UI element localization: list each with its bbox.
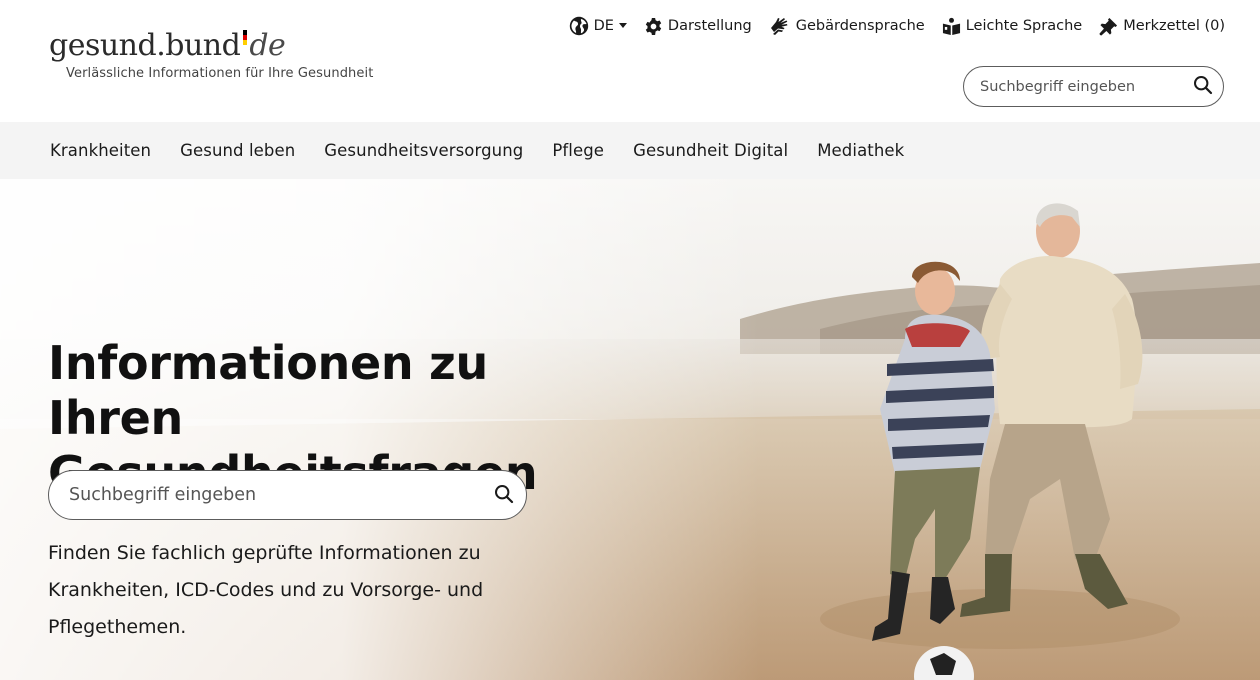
nav-item-gesund-leben[interactable]: Gesund leben <box>180 141 295 160</box>
hero-search-input[interactable] <box>69 485 494 505</box>
main-navigation: Krankheiten Gesund leben Gesundheitsvers… <box>0 122 1260 179</box>
easy-language-label: Leichte Sprache <box>965 18 1083 34</box>
bookmarks-link[interactable]: Merkzettel (0) <box>1099 17 1225 36</box>
header-search-button[interactable] <box>1193 75 1213 98</box>
bookmarks-label: Merkzettel (0) <box>1123 18 1225 34</box>
caret-down-icon <box>618 23 627 29</box>
sign-language-hands-icon <box>769 16 791 36</box>
hero-search-form <box>48 470 527 520</box>
logo-de-text: de <box>249 28 286 63</box>
display-settings-label: Darstellung <box>667 18 752 34</box>
easy-language-book-icon <box>942 17 961 36</box>
language-label: DE <box>593 18 614 34</box>
search-icon <box>1193 75 1213 98</box>
header-search-form <box>963 66 1224 107</box>
search-icon <box>494 484 514 507</box>
easy-language-link[interactable]: Leichte Sprache <box>942 17 1083 36</box>
sign-language-label: Gebärdensprache <box>795 18 925 34</box>
utility-nav: DE Darstellung Gebärdensprache Leichte S… <box>569 16 1225 36</box>
site-header: gesund.bund de Verlässliche Informatione… <box>0 0 1260 122</box>
pin-icon <box>1099 17 1118 36</box>
language-switcher[interactable]: DE <box>569 16 627 36</box>
logo-flag-dot <box>243 30 247 45</box>
globe-icon <box>569 16 589 36</box>
nav-item-pflege[interactable]: Pflege <box>552 141 604 160</box>
nav-item-mediathek[interactable]: Mediathek <box>817 141 904 160</box>
hero-description: Finden Sie fachlich geprüfte Information… <box>48 542 484 638</box>
logo-main-text: gesund.bund <box>49 28 241 63</box>
site-logo[interactable]: gesund.bund de Verlässliche Informatione… <box>49 28 373 81</box>
nav-item-gesundheitsversorgung[interactable]: Gesundheitsversorgung <box>324 141 523 160</box>
hero-search-button[interactable] <box>494 484 514 507</box>
display-settings-link[interactable]: Darstellung <box>644 17 752 36</box>
gear-icon <box>644 17 663 36</box>
logo-wordmark: gesund.bund de <box>49 28 373 64</box>
header-search-input[interactable] <box>980 78 1193 95</box>
nav-item-gesundheit-digital[interactable]: Gesundheit Digital <box>633 141 788 160</box>
logo-tagline: Verlässliche Informationen für Ihre Gesu… <box>66 66 374 81</box>
nav-item-krankheiten[interactable]: Krankheiten <box>50 141 151 160</box>
sign-language-link[interactable]: Gebärdensprache <box>769 16 925 36</box>
hero-section: Informationen zu Ihren Gesundheitsfragen… <box>0 179 1260 680</box>
